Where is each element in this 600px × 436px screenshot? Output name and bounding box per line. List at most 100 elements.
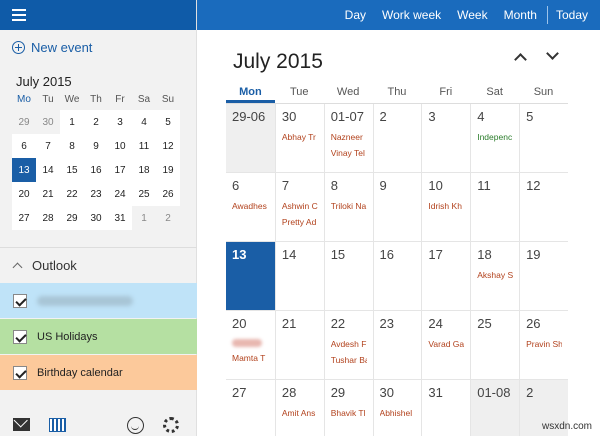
mini-day[interactable]: 8 <box>60 134 84 158</box>
day-cell[interactable]: 27 <box>226 380 275 436</box>
day-cell[interactable]: 9 <box>372 173 422 242</box>
calendar-item-personal[interactable] <box>0 283 197 318</box>
day-cell[interactable]: 6 Awadhes <box>226 173 275 242</box>
calendar-event[interactable]: Pravin Sh <box>526 339 562 349</box>
view-week-button[interactable]: Week <box>457 8 487 22</box>
day-cell[interactable]: 01-07 Nazneer Vinay Tel <box>323 104 373 173</box>
day-cell[interactable]: 12 <box>519 173 568 242</box>
day-cell[interactable]: 19 <box>519 242 568 311</box>
mini-day[interactable]: 6 <box>12 134 36 158</box>
day-cell[interactable]: 29-06 <box>226 104 275 173</box>
calendar-event[interactable]: Triloki Na <box>331 201 367 211</box>
mini-day[interactable]: 22 <box>60 182 84 206</box>
day-cell[interactable]: 17 <box>421 242 471 311</box>
calendar-event[interactable]: Awadhes <box>232 201 269 211</box>
calendar-event[interactable]: Pretty Ad <box>282 217 318 227</box>
mini-day[interactable]: 30 <box>36 110 60 134</box>
mini-day[interactable]: 24 <box>108 182 132 206</box>
mini-day[interactable]: 11 <box>132 134 156 158</box>
mini-day[interactable]: 28 <box>36 206 60 230</box>
mini-day[interactable]: 5 <box>156 110 180 134</box>
mini-day[interactable]: 12 <box>156 134 180 158</box>
mini-day[interactable]: 20 <box>12 182 36 206</box>
mini-day[interactable]: 7 <box>36 134 60 158</box>
mini-day[interactable]: 26 <box>156 182 180 206</box>
day-cell[interactable]: 20 Mamta T <box>226 311 275 380</box>
day-cell[interactable]: 3 <box>421 104 471 173</box>
calendar-event[interactable]: Varad Ga <box>428 339 464 349</box>
day-cell[interactable]: 30 Abhishel <box>372 380 422 436</box>
day-cell[interactable]: 22 Avdesh F Tushar Ba <box>323 311 373 380</box>
day-cell[interactable]: 2 <box>372 104 422 173</box>
mini-day[interactable]: 2 <box>156 206 180 230</box>
calendar-event[interactable]: Vinay Tel <box>331 148 367 158</box>
calendar-event[interactable]: Abhay Tr <box>282 132 318 142</box>
calendar-event[interactable]: Akshay S <box>477 270 513 280</box>
day-cell[interactable]: 26 Pravin Sh <box>519 311 568 380</box>
mail-icon[interactable] <box>13 418 30 431</box>
mini-day[interactable]: 31 <box>108 206 132 230</box>
day-cell[interactable]: 31 <box>421 380 471 436</box>
mini-day[interactable]: 1 <box>132 206 156 230</box>
mini-day[interactable]: 15 <box>60 158 84 182</box>
day-cell[interactable]: 7 Ashwin C Pretty Ad <box>274 173 324 242</box>
day-cell[interactable]: 28 Amit Ans <box>274 380 324 436</box>
view-month-button[interactable]: Month <box>504 8 537 22</box>
day-cell[interactable]: 8 Triloki Na <box>323 173 373 242</box>
calendar-item-us-holidays[interactable]: US Holidays <box>0 319 197 354</box>
day-cell[interactable]: 11 <box>470 173 520 242</box>
day-cell[interactable]: 24 Varad Ga <box>421 311 471 380</box>
feedback-smiley-icon[interactable] <box>127 417 144 434</box>
mini-day[interactable]: 30 <box>84 206 108 230</box>
mini-day[interactable]: 25 <box>132 182 156 206</box>
mini-day[interactable]: 3 <box>108 110 132 134</box>
outlook-section-header[interactable]: Outlook <box>12 258 77 273</box>
calendar-event[interactable]: Nazneer <box>331 132 367 142</box>
mini-day[interactable]: 2 <box>84 110 108 134</box>
day-cell[interactable]: 10 Idrish Kh <box>421 173 471 242</box>
mini-day[interactable]: 19 <box>156 158 180 182</box>
view-day-button[interactable]: Day <box>345 8 366 22</box>
day-cell[interactable]: 29 Bhavik Tl <box>323 380 373 436</box>
day-cell[interactable]: 14 <box>274 242 324 311</box>
hamburger-menu-icon[interactable] <box>12 9 26 21</box>
calendar-event[interactable]: Ashwin C <box>282 201 318 211</box>
mini-day[interactable]: 29 <box>60 206 84 230</box>
calendar-icon[interactable] <box>49 418 66 432</box>
day-cell[interactable]: 01-08 <box>470 380 520 436</box>
calendar-event[interactable]: Mamta T <box>232 353 269 363</box>
calendar-checkbox[interactable] <box>13 365 27 380</box>
day-cell[interactable]: 18 Akshay S <box>470 242 520 311</box>
mini-day[interactable]: 29 <box>12 110 36 134</box>
today-button[interactable]: Today <box>556 8 588 22</box>
mini-day[interactable]: 4 <box>132 110 156 134</box>
redacted-event[interactable] <box>232 339 262 347</box>
calendar-item-birthday[interactable]: Birthday calendar <box>0 355 197 390</box>
settings-gear-icon[interactable] <box>163 417 179 433</box>
mini-day[interactable]: 14 <box>36 158 60 182</box>
view-work-week-button[interactable]: Work week <box>382 8 441 22</box>
calendar-event[interactable]: Tushar Ba <box>331 355 367 365</box>
mini-day[interactable]: 1 <box>60 110 84 134</box>
day-cell[interactable]: 4 Indepenc <box>470 104 520 173</box>
day-cell[interactable]: 5 <box>519 104 568 173</box>
mini-day[interactable]: 9 <box>84 134 108 158</box>
mini-day[interactable]: 10 <box>108 134 132 158</box>
calendar-checkbox[interactable] <box>13 329 27 344</box>
calendar-event[interactable]: Indepenc <box>477 132 513 142</box>
mini-day[interactable]: 16 <box>84 158 108 182</box>
next-month-chevron-icon[interactable] <box>546 47 559 60</box>
calendar-event[interactable]: Abhishel <box>380 408 416 418</box>
day-cell-today[interactable]: 13 <box>226 242 275 311</box>
day-cell[interactable]: 25 <box>470 311 520 380</box>
day-cell[interactable]: 30 Abhay Tr <box>274 104 324 173</box>
new-event-button[interactable]: New event <box>12 40 92 55</box>
mini-day[interactable]: 27 <box>12 206 36 230</box>
mini-day[interactable]: 18 <box>132 158 156 182</box>
mini-day[interactable]: 17 <box>108 158 132 182</box>
mini-day-selected[interactable]: 13 <box>12 158 36 182</box>
calendar-event[interactable]: Avdesh F <box>331 339 367 349</box>
mini-day[interactable]: 23 <box>84 182 108 206</box>
calendar-event[interactable]: Bhavik Tl <box>331 408 367 418</box>
previous-month-chevron-icon[interactable] <box>514 53 527 66</box>
